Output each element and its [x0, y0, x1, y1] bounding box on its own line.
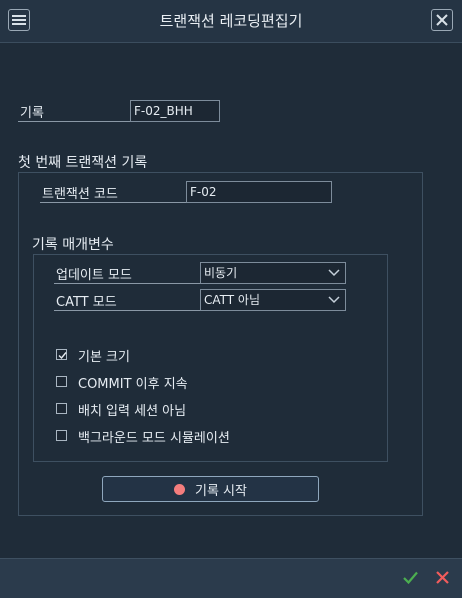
continue-after-commit-checkbox[interactable] — [56, 376, 67, 387]
recording-label: 기록 — [20, 106, 44, 121]
start-recording-button[interactable]: 기록 시작 — [102, 476, 319, 502]
update-mode-label-underline — [54, 283, 200, 284]
update-mode-select[interactable]: 비동기 — [200, 262, 346, 284]
chevron-down-icon — [328, 269, 340, 277]
chevron-down-icon — [328, 296, 340, 304]
default-size-label: 기본 크기 — [78, 350, 130, 365]
close-icon[interactable] — [431, 9, 453, 31]
recording-params-title: 기록 매개변수 — [32, 237, 114, 253]
not-batch-input-checkbox[interactable] — [56, 403, 67, 414]
update-mode-value: 비동기 — [204, 266, 238, 280]
checkmark-icon — [58, 352, 67, 360]
simulate-background-checkbox[interactable] — [56, 430, 67, 441]
default-size-checkbox[interactable] — [56, 349, 67, 360]
cross-icon[interactable] — [436, 571, 449, 584]
catt-mode-select[interactable]: CATT 아님 — [200, 289, 346, 311]
title-bar: 트랜잭션 레코딩편집기 — [0, 0, 462, 43]
transaction-code-label-underline — [40, 202, 186, 203]
start-recording-label: 기록 시작 — [195, 483, 247, 499]
transaction-code-input[interactable]: F-02 — [186, 181, 332, 203]
transaction-code-label: 트랜잭션 코드 — [42, 187, 118, 202]
catt-mode-value: CATT 아님 — [204, 293, 261, 307]
footer-bar — [0, 558, 462, 598]
not-batch-input-label: 배치 입력 세션 아님 — [78, 404, 187, 419]
catt-mode-label-underline — [54, 310, 200, 311]
catt-mode-label: CATT 모드 — [56, 295, 117, 310]
continue-after-commit-label: COMMIT 이후 지속 — [78, 377, 188, 392]
update-mode-label: 업데이트 모드 — [56, 268, 132, 283]
window-title: 트랜잭션 레코딩편집기 — [159, 12, 303, 30]
recording-name-input[interactable]: F-02_BHH — [130, 100, 220, 122]
first-transaction-section-title: 첫 번째 트랜잭션 기록 — [18, 155, 148, 171]
simulate-background-label: 백그라운드 모드 시뮬레이션 — [78, 431, 230, 446]
record-dot-icon — [174, 483, 185, 495]
recording-label-underline — [18, 121, 130, 122]
checkmark-icon[interactable] — [403, 571, 418, 584]
